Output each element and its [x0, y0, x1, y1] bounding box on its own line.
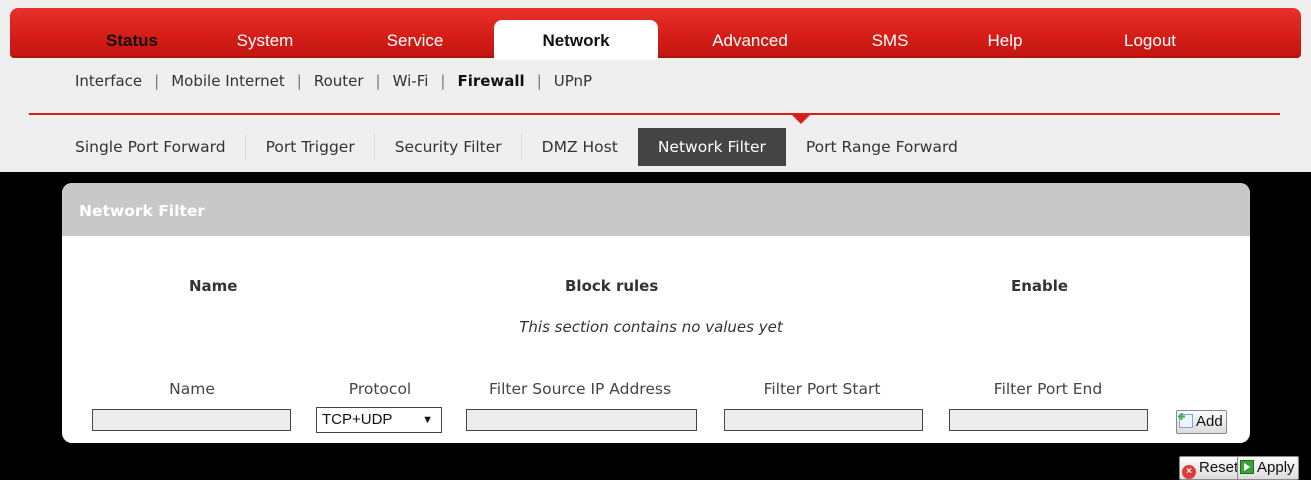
subnav-upnp[interactable]: UPnP [554, 72, 592, 90]
name-input[interactable] [92, 409, 291, 431]
tab-dmz-host[interactable]: DMZ Host [522, 128, 638, 166]
column-header-enable: Enable [1011, 277, 1069, 295]
nav-tab-network[interactable]: Network [494, 20, 658, 60]
nav-tab-status[interactable]: Status [82, 20, 182, 58]
label-filter-port-start: Filter Port Start [763, 380, 881, 398]
tab-port-trigger[interactable]: Port Trigger [246, 128, 375, 166]
column-header-block-rules: Block rules [565, 277, 659, 295]
subnav-wifi[interactable]: Wi-Fi [393, 72, 429, 90]
subnav-separator: | [296, 72, 302, 90]
add-button-label: Add [1196, 413, 1223, 430]
firewall-tabs: Single Port Forward Port Trigger Security … [55, 128, 978, 166]
subnav-separator: | [536, 72, 542, 90]
apply-button[interactable]: Apply [1237, 456, 1299, 480]
subnav-separator: | [154, 72, 160, 90]
port-end-input[interactable] [949, 409, 1148, 431]
tab-security-filter[interactable]: Security Filter [375, 128, 522, 166]
apply-button-label: Apply [1257, 459, 1295, 476]
subnav-firewall[interactable]: Firewall [457, 72, 524, 90]
port-start-input[interactable] [724, 409, 923, 431]
label-filter-port-end: Filter Port End [993, 380, 1103, 398]
nav-tab-help[interactable]: Help [975, 20, 1035, 58]
apply-icon [1240, 460, 1254, 474]
reset-button[interactable]: × Reset [1179, 456, 1243, 480]
section-divider-line [29, 113, 1280, 115]
tab-port-range-forward[interactable]: Port Range Forward [786, 128, 978, 166]
source-ip-input[interactable] [466, 409, 697, 431]
protocol-select[interactable]: TCP+UDP ▼ [316, 407, 442, 433]
nav-tab-advanced[interactable]: Advanced [695, 20, 805, 58]
active-tab-pointer-icon [792, 115, 810, 124]
label-name: Name [169, 380, 215, 398]
dropdown-arrow-icon: ▼ [422, 414, 433, 426]
reset-icon: × [1182, 465, 1196, 479]
subnav-separator: | [440, 72, 446, 90]
nav-tab-logout[interactable]: Logout [1105, 20, 1195, 58]
subnav-separator: | [375, 72, 381, 90]
reset-button-label: Reset [1199, 459, 1239, 476]
panel-title: Network Filter [62, 183, 1250, 236]
top-navigation-bar: Status System Service Network Advanced S… [10, 8, 1301, 60]
nav-tab-sms[interactable]: SMS [860, 20, 920, 58]
subnav-interface[interactable]: Interface [75, 72, 142, 90]
label-filter-source-ip: Filter Source IP Address [488, 380, 672, 398]
nav-tab-system[interactable]: System [220, 20, 310, 58]
tab-network-filter[interactable]: Network Filter [637, 128, 786, 166]
add-icon [1179, 414, 1193, 428]
network-sub-navigation: Interface | Mobile Internet | Router | Wi-Fi | F… [75, 72, 592, 102]
subnav-mobile-internet[interactable]: Mobile Internet [171, 72, 285, 90]
add-button[interactable]: Add [1176, 410, 1227, 434]
column-header-name: Name [189, 277, 238, 295]
empty-table-message: This section contains no values yet [519, 318, 783, 336]
nav-tab-service[interactable]: Service [370, 20, 460, 58]
protocol-selected-value: TCP+UDP [322, 411, 393, 428]
label-protocol: Protocol [348, 380, 412, 398]
subnav-router[interactable]: Router [314, 72, 364, 90]
tab-single-port-forward[interactable]: Single Port Forward [55, 128, 246, 166]
network-filter-panel: Network Filter Name Block rules Enable T… [62, 183, 1250, 443]
